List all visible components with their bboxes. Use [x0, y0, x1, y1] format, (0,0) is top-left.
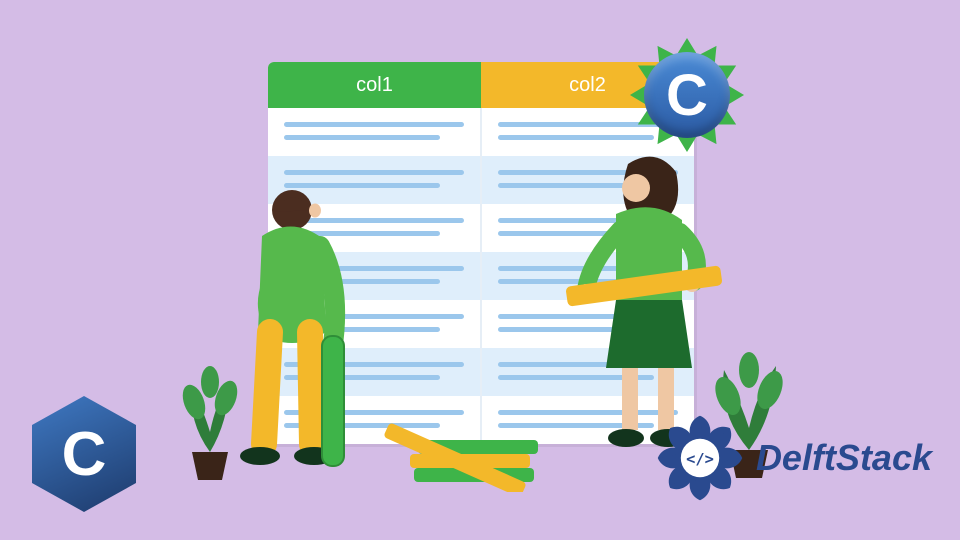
plank-pile-illustration [380, 422, 570, 492]
delftstack-logo: </> DelftStack [652, 410, 932, 506]
plant-left-illustration [170, 362, 250, 482]
c-glyph: C [666, 62, 708, 129]
code-glyph: </> [686, 450, 714, 468]
c-disc: C [644, 52, 730, 138]
brand-wordmark: DelftStack [756, 437, 932, 479]
column-header-1: col1 [268, 62, 481, 108]
c-glyph: C [62, 419, 107, 490]
c-language-badge: C [628, 36, 746, 154]
c-language-hex-badge: C [32, 396, 136, 512]
delftstack-mark-icon: </> [652, 410, 748, 506]
table-cell [268, 108, 482, 156]
